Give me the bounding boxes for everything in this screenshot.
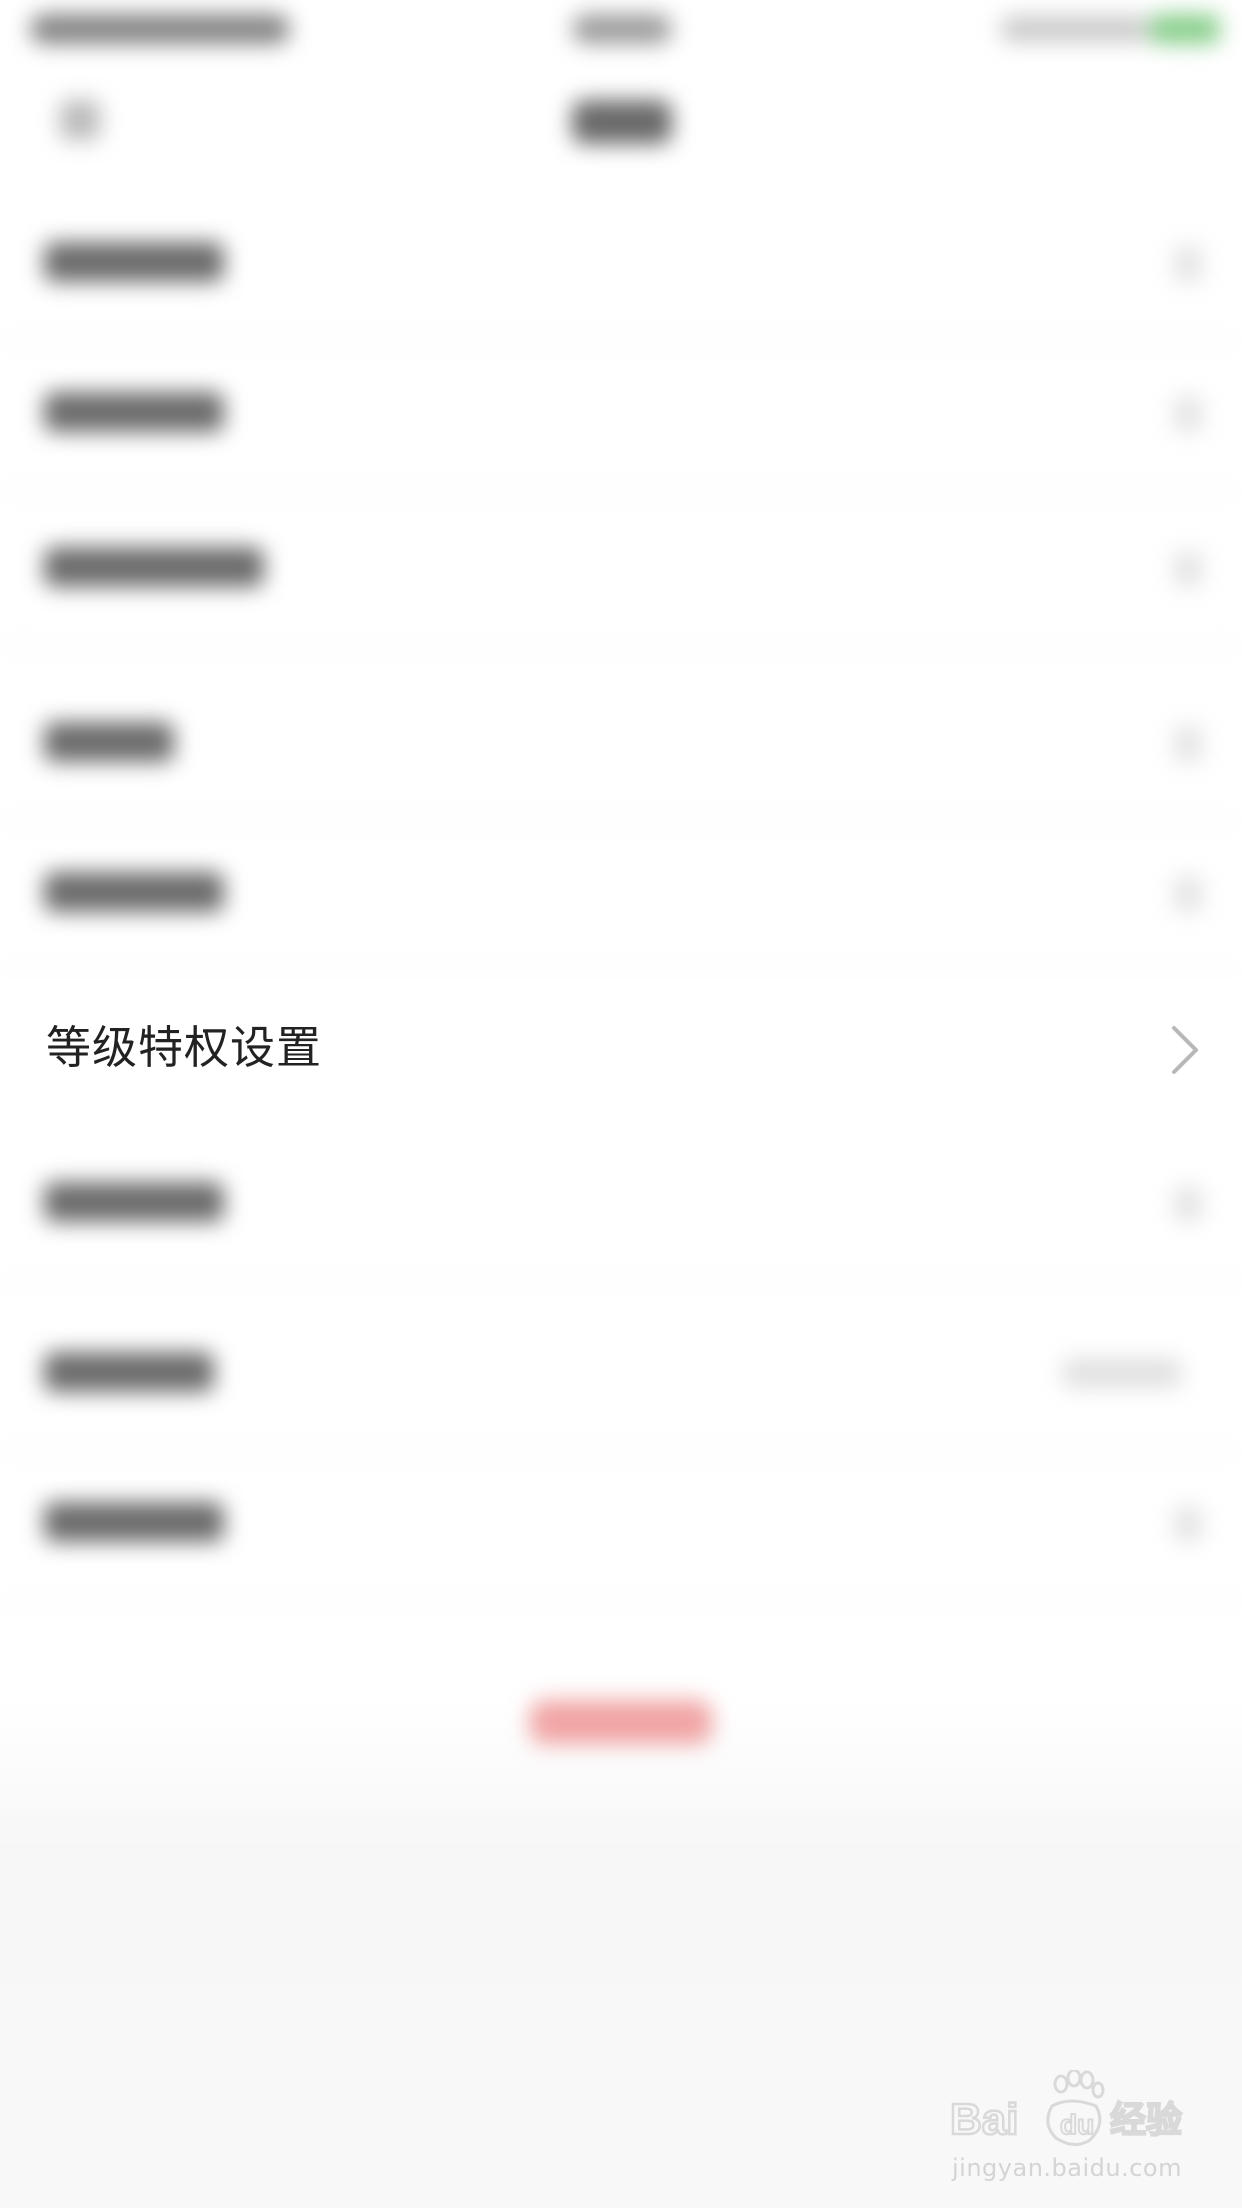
logout-button[interactable] (530, 1700, 712, 1744)
battery-icon (1150, 14, 1220, 44)
settings-row[interactable] (0, 1450, 1242, 1602)
chevron-right-icon (1174, 396, 1202, 432)
status-time (572, 14, 672, 44)
svg-text:du: du (1060, 2109, 1094, 2140)
settings-row-level-privileges[interactable]: 等级特权设置 (0, 980, 1242, 1120)
svg-text:经验: 经验 (1110, 2100, 1182, 2141)
settings-row-label: 等级特权设置 (46, 1021, 323, 1074)
settings-row-label (44, 722, 174, 762)
nav-bar (0, 60, 1242, 180)
settings-row[interactable] (0, 1130, 1242, 1282)
chevron-right-icon (1174, 551, 1202, 587)
settings-row[interactable] (0, 190, 1242, 342)
settings-row-label (44, 242, 224, 282)
settings-row[interactable] (0, 820, 1242, 972)
settings-screen: 等级特权设置 Bai du 经验 jingyan.baidu.com (0, 0, 1242, 2208)
settings-row-label (44, 392, 224, 432)
watermark-url: jingyan.baidu.com (952, 2154, 1182, 2182)
settings-row[interactable] (0, 340, 1242, 492)
chevron-right-icon (1174, 726, 1202, 762)
settings-row[interactable] (0, 495, 1242, 647)
back-icon[interactable] (60, 100, 100, 140)
settings-row-value (1062, 1358, 1182, 1388)
settings-row-label (44, 1182, 224, 1222)
chevron-right-icon (1174, 1186, 1202, 1222)
settings-row-label (44, 872, 224, 912)
status-bar (0, 0, 1242, 60)
settings-row[interactable] (0, 1300, 1242, 1452)
settings-row-label (44, 547, 264, 587)
status-carrier (30, 14, 290, 44)
chevron-right-icon (1174, 246, 1202, 282)
page-title (572, 100, 672, 144)
settings-row[interactable] (0, 670, 1242, 822)
baidu-logo-icon: Bai du 经验 (950, 2070, 1183, 2146)
status-indicators (1000, 16, 1150, 42)
settings-row-label (44, 1352, 214, 1392)
chevron-right-icon (1172, 1026, 1198, 1074)
chevron-right-icon (1174, 876, 1202, 912)
svg-text:Bai: Bai (950, 2095, 1018, 2144)
chevron-right-icon (1174, 1506, 1202, 1542)
settings-row-label (44, 1502, 224, 1542)
baidu-jingyan-watermark: Bai du 经验 jingyan.baidu.com (950, 2070, 1190, 2190)
